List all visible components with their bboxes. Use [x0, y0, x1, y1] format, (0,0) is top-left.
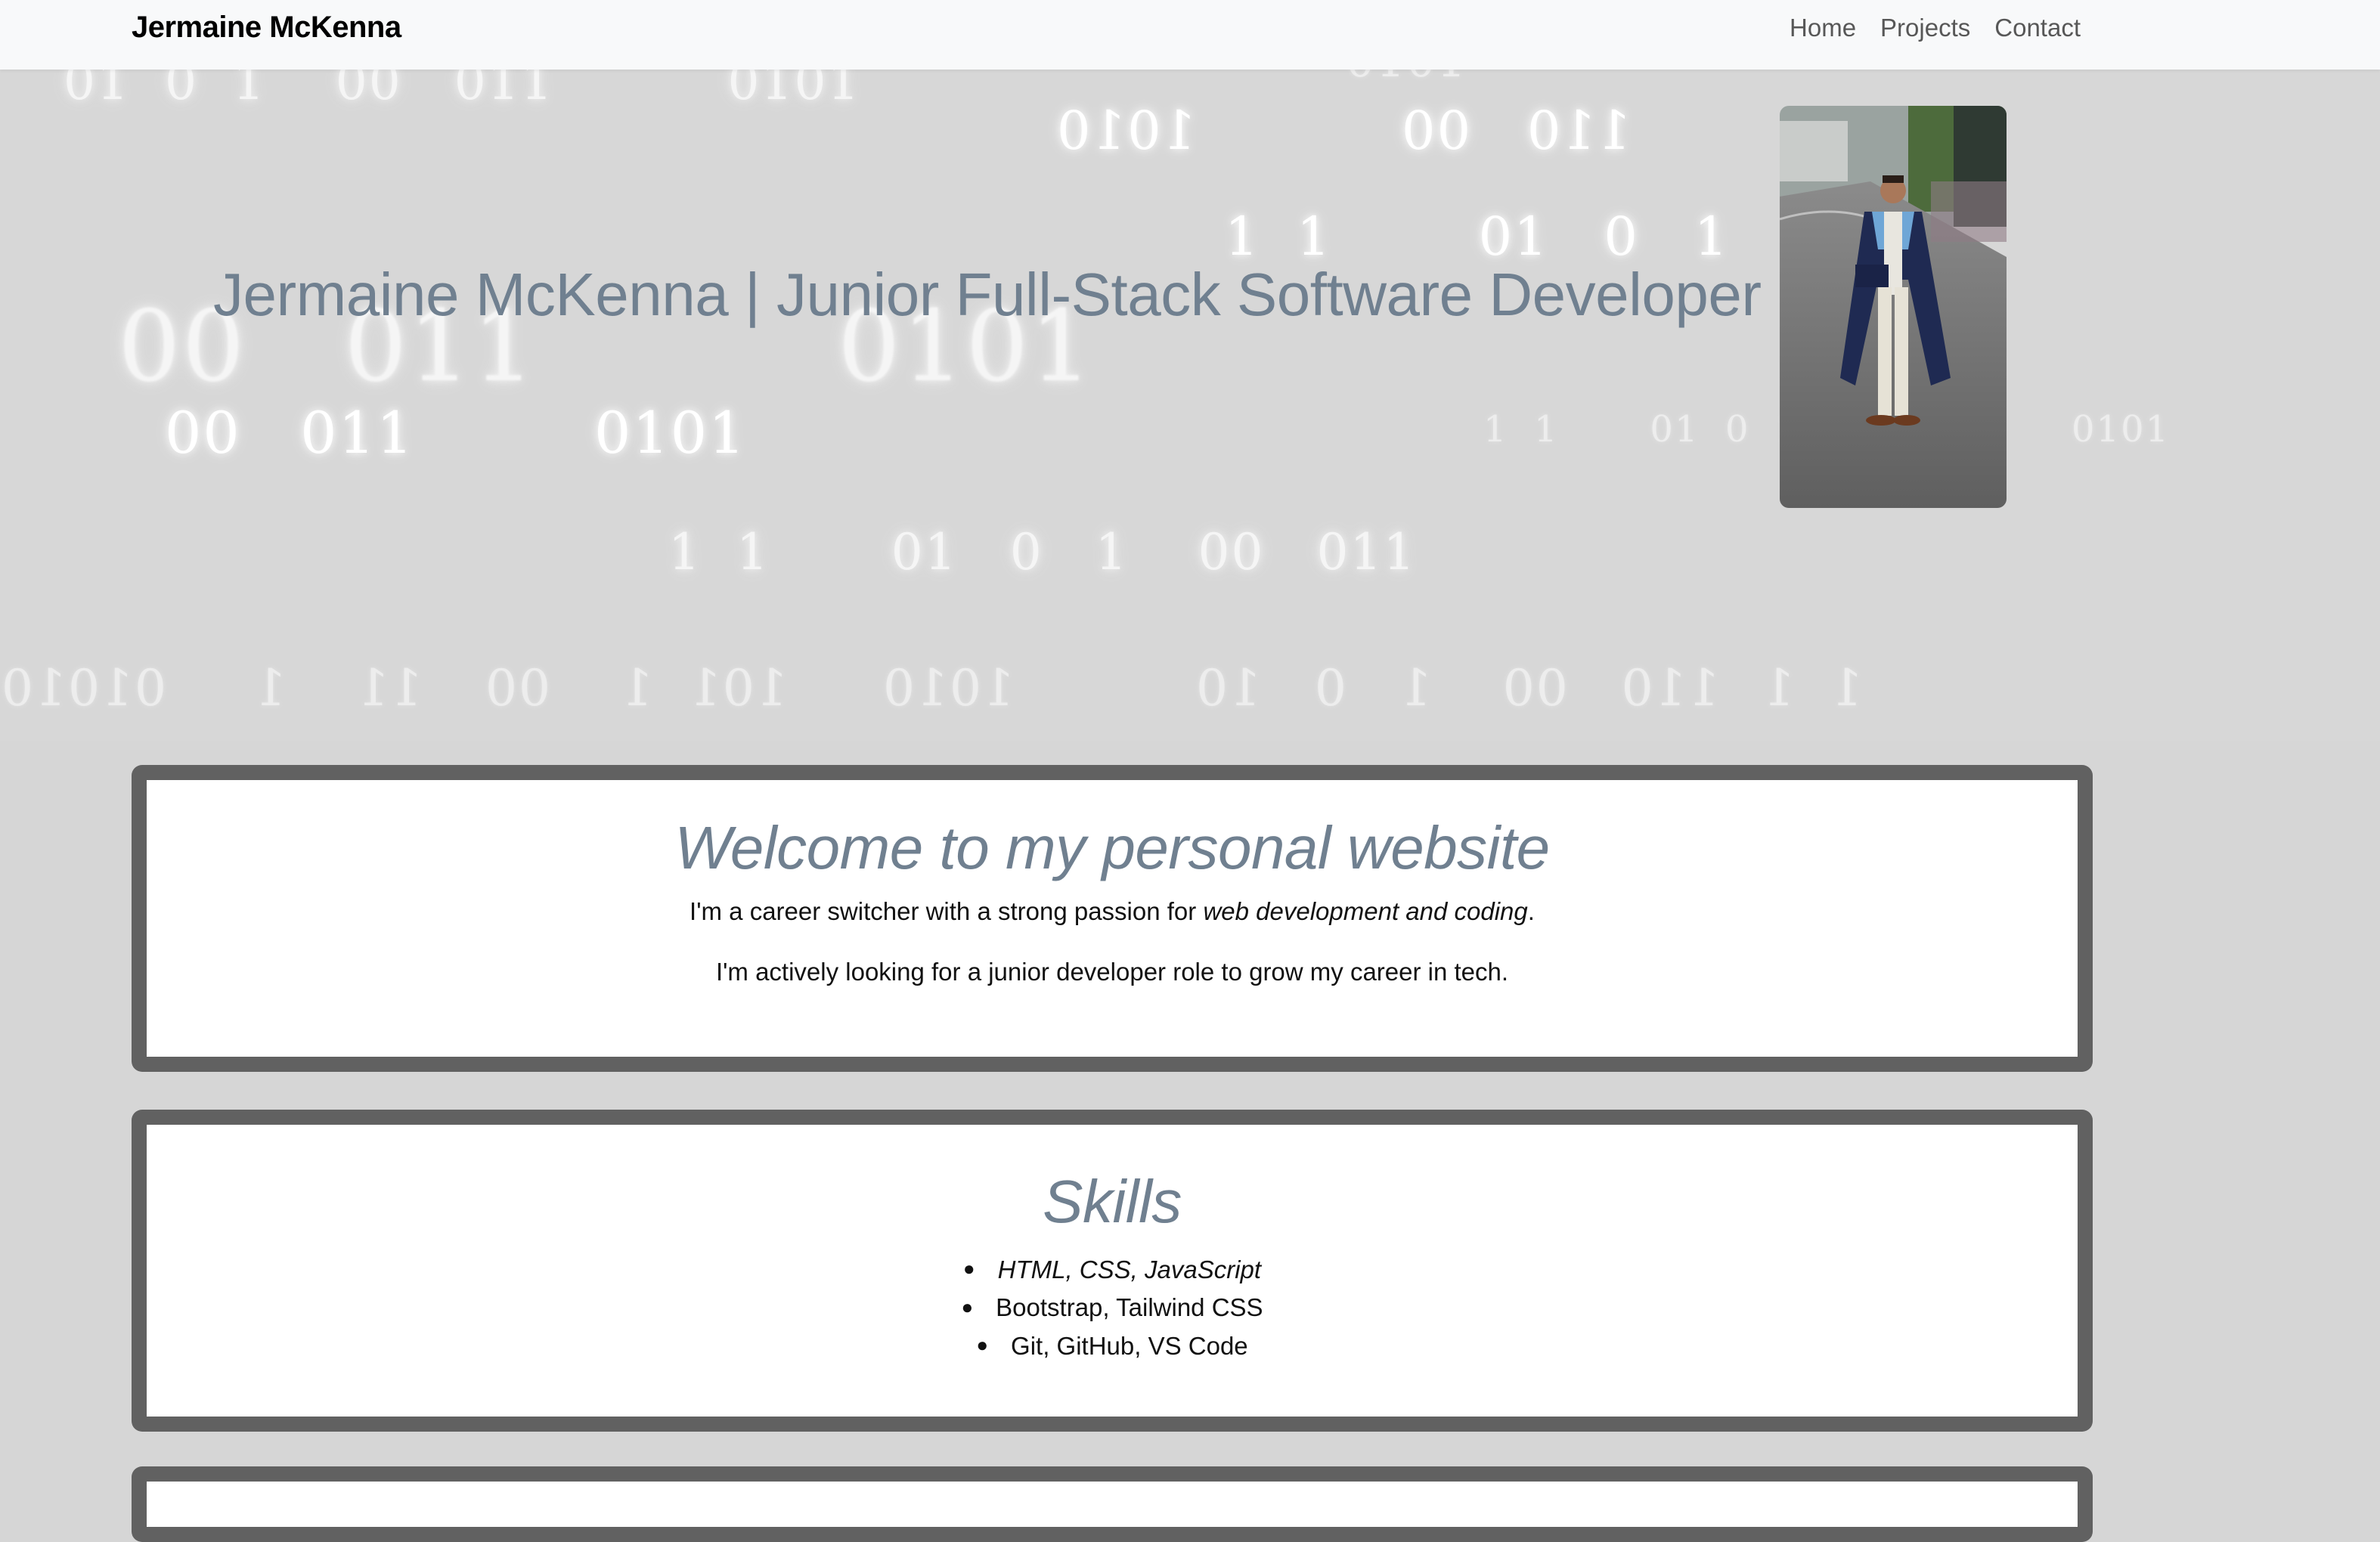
goal-paragraph: I'm actively looking for a junior develo… — [715, 958, 1509, 986]
welcome-card: Welcome to my personal website I'm a car… — [132, 765, 2093, 1072]
nav-link-projects[interactable]: Projects — [1880, 11, 1970, 45]
skill-item: ● Bootstrap, Tailwind CSS — [147, 1290, 2078, 1327]
next-card — [132, 1466, 2093, 1542]
binary-text: 0101 — [2072, 408, 2171, 451]
skill-label: HTML, CSS, JavaScript — [997, 1256, 1262, 1283]
nav-link-home[interactable]: Home — [1790, 11, 1856, 45]
bullet-icon: ● — [962, 1257, 975, 1280]
navbar: Jermaine McKenna Home Projects Contact — [0, 0, 2380, 70]
skills-list: ● HTML, CSS, JavaScript ● Bootstrap, Tailw… — [147, 1252, 2078, 1366]
binary-text: 1 1 01 0 1 — [1483, 408, 1801, 451]
binary-text: 0101 — [594, 399, 747, 466]
binary-text: 11 1 01010 — [0, 659, 423, 717]
binary-text: 1010 — [882, 659, 1015, 717]
skill-item: ● Git, GitHub, VS Code — [147, 1328, 2078, 1366]
skill-label: Git, GitHub, VS Code — [1011, 1331, 1248, 1360]
bullet-icon: ● — [976, 1333, 989, 1356]
binary-text: 1010 — [1055, 100, 1197, 162]
intro-paragraph: I'm a career switcher with a strong pass… — [147, 895, 2078, 928]
skills-card: Skills ● HTML, CSS, JavaScript ● Bootstrap… — [132, 1110, 2093, 1432]
bullet-icon: ● — [961, 1295, 974, 1318]
binary-text: 01 0 1 00 011 0101 — [64, 70, 861, 111]
brand-link[interactable]: Jermaine McKenna — [132, 9, 401, 45]
intro-text: I'm a career switcher with a strong pass… — [690, 897, 1204, 925]
binary-text: 101 1 00 — [484, 659, 788, 717]
binary-text: 110 00 1 0 10 — [1195, 659, 1720, 717]
binary-text: 1 1 — [1762, 659, 1863, 717]
welcome-heading: Welcome to my personal website — [674, 814, 1550, 881]
binary-rain-background: 01 0 1 00 011 0101 0101 1010 110 00 1 1 … — [0, 70, 2380, 741]
profile-photo — [1780, 106, 2007, 508]
intro-emphasis: web development and coding — [1203, 897, 1528, 925]
skill-label: Bootstrap, Tailwind CSS — [996, 1293, 1263, 1322]
nav-links: Home Projects Contact — [1790, 11, 2081, 45]
binary-text: 00 011 — [165, 399, 415, 466]
intro-suffix: . — [1527, 897, 1535, 925]
skill-item: ● HTML, CSS, JavaScript — [147, 1252, 2078, 1290]
binary-text: 0101 — [1346, 70, 1467, 88]
hero-section: 01 0 1 00 011 0101 0101 1010 110 00 1 1 … — [0, 70, 2380, 741]
page-title: Jermaine McKenna | Junior Full-Stack Sof… — [213, 261, 1762, 328]
nav-link-contact[interactable]: Contact — [1994, 11, 2081, 45]
binary-text: 110 00 — [1400, 100, 1632, 162]
skills-heading: Skills — [1043, 1168, 1182, 1235]
binary-text: 1 1 01 0 1 00 011 — [668, 523, 1417, 581]
